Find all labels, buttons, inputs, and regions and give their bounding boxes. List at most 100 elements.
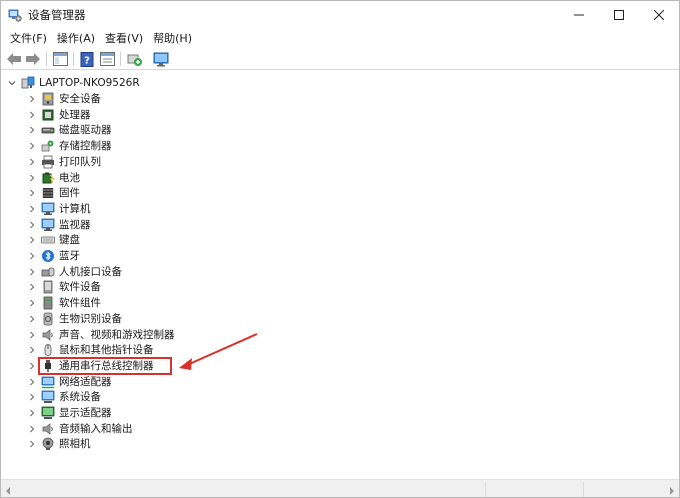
back-arrow-icon [7,53,21,65]
audio-io-icon [41,422,55,436]
menu-view[interactable]: 查看(V) [100,30,148,47]
monitor-icon [153,52,169,66]
properties-icon [99,52,115,66]
expand-chevron-icon[interactable] [27,154,37,170]
tree-item-label: 存储控制器 [59,140,112,153]
tree-item[interactable]: 存储控制器 [27,138,112,154]
expand-chevron-icon[interactable] [27,279,37,295]
tree-item[interactable]: 监视器 [27,217,91,233]
expand-chevron-icon[interactable] [27,264,37,280]
expand-chevron-icon[interactable] [27,342,37,358]
tree-item[interactable]: 固件 [27,185,80,201]
collapse-chevron-icon[interactable] [7,75,17,91]
show-hide-console-tree-button[interactable] [52,51,68,67]
tree-item[interactable]: 键盘 [27,232,80,248]
tree-item[interactable]: 音频输入和输出 [27,421,133,437]
svg-text:?: ? [84,55,90,66]
scroll-right-icon[interactable] [669,485,675,497]
horizontal-scrollbar[interactable] [1,479,679,497]
hid-icon [41,265,55,279]
scan-hardware-button[interactable] [127,51,143,67]
computer-icon [41,202,55,216]
expand-chevron-icon[interactable] [27,436,37,452]
help-button[interactable]: ? [79,51,95,67]
expand-chevron-icon[interactable] [27,311,37,327]
properties-button[interactable] [99,51,115,67]
maximize-button[interactable] [599,1,639,29]
tree-item[interactable]: 计算机 [27,201,91,217]
tree-item[interactable]: 磁盘驱动器 [27,122,112,138]
tree-item[interactable]: 生物识别设备 [27,311,122,327]
software-device-icon [41,280,55,294]
expand-chevron-icon[interactable] [27,389,37,405]
expand-chevron-icon[interactable] [27,327,37,343]
tree-item[interactable]: 网络适配器 [27,374,112,390]
device-manager-app-icon [8,8,22,22]
tree-item[interactable]: 显示适配器 [27,405,112,421]
expand-chevron-icon[interactable] [27,122,37,138]
back-button[interactable] [6,51,22,67]
tree-item-label: 安全设备 [59,93,101,105]
tree-item[interactable]: 系统设备 [27,389,101,405]
scroll-left-icon[interactable] [5,485,11,497]
expand-chevron-icon[interactable] [27,170,37,186]
mouse-icon [41,343,55,357]
tree-item-label: 处理器 [59,108,91,121]
tree-item[interactable]: 软件组件 [27,295,101,311]
menu-help[interactable]: 帮助(H) [148,30,197,47]
help-book-icon: ? [80,51,94,67]
firmware-icon [41,186,55,200]
tree-item[interactable]: 处理器 [27,107,91,123]
monitor-view-button[interactable] [153,51,169,67]
forward-button[interactable] [25,51,41,67]
tree-item[interactable]: 蓝牙 [27,248,80,264]
disk-drive-icon [41,123,55,137]
minimize-button[interactable] [559,1,599,29]
expand-chevron-icon[interactable] [27,138,37,154]
expand-chevron-icon[interactable] [27,374,37,390]
tree-item-label: 计算机 [59,202,91,215]
expand-chevron-icon[interactable] [27,217,37,233]
monitor-icon [41,218,55,232]
tree-item[interactable]: 安全设备 [27,91,101,107]
battery-icon [41,171,55,185]
menu-file[interactable]: 文件(F) [5,30,52,47]
bluetooth-icon [41,249,55,263]
tree-item-label: 系统设备 [59,391,101,404]
expand-chevron-icon[interactable] [27,248,37,264]
expand-chevron-icon[interactable] [27,358,37,374]
tree-item-label: 固件 [59,187,80,200]
tree-item-label: 蓝牙 [59,250,80,262]
security-device-icon [41,92,55,106]
tree-item[interactable]: 软件设备 [27,279,101,295]
expand-chevron-icon[interactable] [27,405,37,421]
close-button[interactable] [639,1,679,29]
expand-chevron-icon[interactable] [27,421,37,437]
tree-item-label: 鼠标和其他指针设备 [59,344,154,357]
tree-item[interactable]: 打印队列 [27,154,101,170]
tree-item-label: 照相机 [59,438,91,451]
tree-root[interactable]: LAPTOP-NKO9526R [7,75,140,91]
printer-icon [41,155,55,169]
window-title: 设备管理器 [28,8,86,22]
device-manager-window: 设备管理器 文件(F) 操作(A) 查看(V) 帮助(H) ? LAPTOP-N… [0,0,680,498]
title-bar: 设备管理器 [1,1,679,29]
expand-chevron-icon[interactable] [27,201,37,217]
tree-item[interactable]: 照相机 [27,436,91,452]
tree-item[interactable]: 人机接口设备 [27,264,122,280]
expand-chevron-icon[interactable] [27,232,37,248]
expand-chevron-icon[interactable] [27,185,37,201]
computer-name: LAPTOP-NKO9526R [39,77,140,89]
device-tree: LAPTOP-NKO9526R 安全设备处理器 磁盘驱动器存储控制器 打印队列 电池固… [1,71,679,479]
menu-action[interactable]: 操作(A) [52,30,100,47]
expand-chevron-icon[interactable] [27,107,37,123]
expand-chevron-icon[interactable] [27,295,37,311]
expand-chevron-icon[interactable] [27,91,37,107]
toolbar: ? [1,48,679,70]
tree-item-label: 监视器 [59,218,91,231]
scan-hardware-icon [127,54,142,66]
tree-item[interactable]: 电池 [27,170,80,186]
tree-item-label: 声音、视频和游戏控制器 [59,328,175,341]
tree-item[interactable]: 鼠标和其他指针设备 [27,342,154,358]
tree-item[interactable]: 声音、视频和游戏控制器 [27,327,175,343]
